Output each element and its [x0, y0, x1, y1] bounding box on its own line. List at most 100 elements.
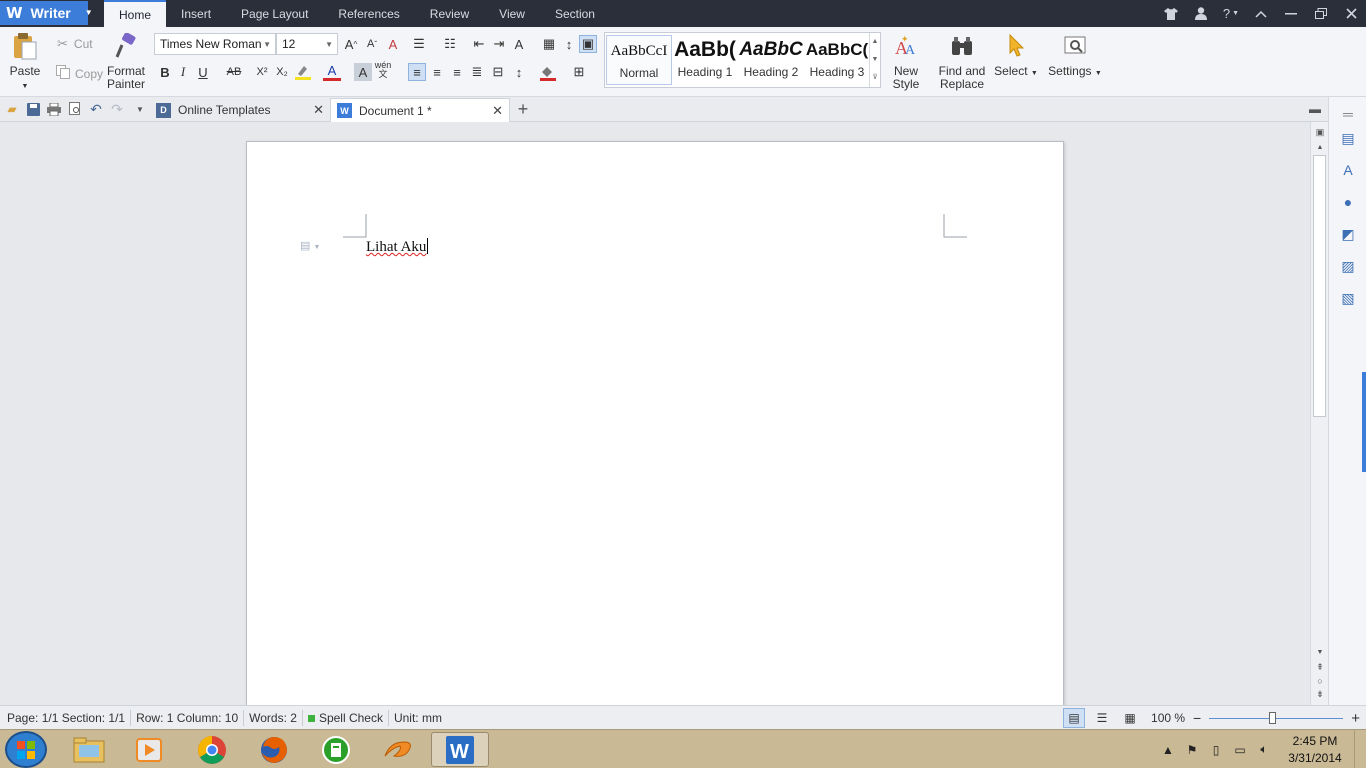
shapes-panel-icon[interactable]: ● — [1339, 193, 1357, 211]
sort-icon[interactable]: ↕ — [560, 35, 578, 53]
justify-icon[interactable]: ≣ — [468, 63, 486, 81]
user-icon[interactable] — [1186, 0, 1216, 27]
decrease-indent-icon[interactable]: ⇤ — [470, 35, 488, 53]
customize-toolbar-icon[interactable]: ▼ — [132, 101, 148, 117]
style-format-panel-icon[interactable]: A — [1339, 161, 1357, 179]
paragraph-options-icon[interactable]: ▤ ▼ — [300, 239, 320, 252]
zoom-slider[interactable] — [1209, 711, 1344, 724]
show-marks-icon[interactable]: ▣ — [579, 35, 597, 53]
next-page-icon[interactable]: ⇟ — [1314, 689, 1326, 700]
battery-icon[interactable]: ▯ — [1204, 743, 1228, 757]
zoom-level[interactable]: 100 % — [1151, 711, 1185, 725]
close-icon[interactable] — [1336, 0, 1366, 27]
style-heading-3[interactable]: AaBbC( Heading 3 — [804, 35, 870, 85]
redo-icon[interactable]: ↷ — [109, 101, 125, 117]
select-button[interactable]: Select ▼ — [994, 31, 1038, 80]
restore-icon[interactable] — [1306, 0, 1336, 27]
font-name-select[interactable]: Times New Roman ▼ — [154, 33, 276, 55]
table-icon[interactable]: ▦ — [540, 35, 558, 53]
save-icon[interactable] — [25, 101, 41, 117]
char-shading-button[interactable]: A — [354, 63, 372, 81]
text-direction-icon[interactable]: A — [510, 35, 528, 53]
tab-review[interactable]: Review — [415, 0, 484, 27]
minimize-icon[interactable] — [1276, 0, 1306, 27]
align-center-icon[interactable]: ≡ — [428, 63, 446, 81]
align-left-icon[interactable]: ≡ — [408, 63, 426, 81]
zoom-slider-knob[interactable] — [1269, 711, 1277, 724]
backup-panel-icon[interactable]: ▧ — [1339, 289, 1357, 307]
media-player-icon[interactable] — [120, 732, 178, 767]
copy-button[interactable]: Copy — [56, 65, 103, 82]
align-right-icon[interactable]: ≡ — [448, 63, 466, 81]
scroll-down-icon[interactable]: ▼ — [1314, 649, 1326, 656]
web-layout-view-icon[interactable]: ▦ — [1119, 711, 1141, 725]
previous-page-icon[interactable]: ⇞ — [1314, 662, 1326, 673]
zoom-in-icon[interactable]: + — [1351, 710, 1360, 727]
show-desktop-button[interactable] — [1354, 730, 1366, 768]
settings-button[interactable]: Settings ▼ — [1048, 31, 1102, 80]
scroll-up-icon[interactable]: ▲ — [1314, 144, 1326, 151]
shirt-icon[interactable] — [1156, 0, 1186, 27]
tab-insert[interactable]: Insert — [166, 0, 226, 27]
bold-button[interactable]: B — [156, 63, 174, 81]
green-app-icon[interactable] — [307, 732, 365, 767]
tab-online-templates[interactable]: D Online Templates ✕ — [150, 98, 330, 122]
paste-button[interactable]: Paste ▼ — [6, 31, 44, 93]
vertical-scrollbar[interactable]: ▣ ▲ ▼ ⇞ ○ ⇟ — [1310, 122, 1328, 705]
collapse-ribbon-icon[interactable] — [1246, 0, 1276, 27]
print-layout-view-icon[interactable]: ▤ — [1063, 708, 1086, 728]
tab-section[interactable]: Section — [540, 0, 610, 27]
highlight-icon[interactable] — [294, 63, 312, 81]
increase-indent-icon[interactable]: ⇥ — [490, 35, 508, 53]
wps-writer-icon[interactable]: W — [431, 732, 489, 767]
print-icon[interactable] — [46, 101, 62, 117]
close-tab-icon[interactable]: ✕ — [313, 102, 324, 118]
windows-start-icon[interactable] — [5, 731, 47, 768]
clear-format-icon[interactable]: A — [384, 35, 402, 53]
print-preview-icon[interactable] — [67, 101, 83, 117]
borders-icon[interactable]: ⊞ — [570, 63, 588, 81]
volume-icon[interactable]: 🔈︎ — [1252, 742, 1276, 757]
scroll-thumb[interactable] — [1313, 155, 1326, 417]
orange-app-icon[interactable] — [369, 732, 427, 767]
open-folder-icon[interactable]: ▰ — [4, 101, 20, 117]
panel-menu-icon[interactable]: ═ — [1339, 105, 1357, 123]
style-normal[interactable]: AaBbCcI Normal — [606, 35, 672, 85]
tab-view[interactable]: View — [484, 0, 540, 27]
browse-object-icon[interactable]: ○ — [1314, 676, 1326, 686]
close-tab-icon[interactable]: ✕ — [492, 103, 503, 119]
new-style-button[interactable]: AA✦ New Style ▼ — [890, 31, 922, 106]
page-indicator[interactable]: Page: 1/1 Section: 1/1 — [0, 709, 132, 726]
numbering-icon[interactable]: ☷ — [441, 35, 459, 53]
tab-page-layout[interactable]: Page Layout — [226, 0, 323, 27]
distributed-icon[interactable]: ⊟ — [489, 63, 507, 81]
new-tab-icon[interactable]: + — [515, 99, 531, 119]
font-color-button[interactable]: A — [323, 63, 341, 81]
outline-view-icon[interactable]: ☰ — [1091, 711, 1113, 725]
font-size-select[interactable]: 12 ▼ — [276, 33, 338, 55]
shrink-font-icon[interactable]: Aˇ — [363, 35, 381, 53]
chrome-icon[interactable] — [183, 732, 241, 767]
new-document-panel-icon[interactable]: ▤ — [1339, 129, 1357, 147]
show-hidden-icons-icon[interactable]: ▲ — [1156, 743, 1180, 757]
action-center-flag-icon[interactable]: ⚑ — [1180, 743, 1204, 757]
document-page[interactable]: ▤ ▼ Lihat Aku — [246, 141, 1064, 711]
paragraph-shading-icon[interactable] — [539, 63, 557, 81]
unit-indicator[interactable]: Unit: mm — [389, 710, 447, 726]
document-body-text[interactable]: Lihat Aku — [366, 238, 429, 256]
tab-references[interactable]: References — [323, 0, 414, 27]
word-count[interactable]: Words: 2 — [244, 709, 303, 726]
undo-icon[interactable]: ↶ — [88, 101, 104, 117]
styles-scroll[interactable]: ▲ ▼ ⊽ — [869, 33, 880, 87]
subscript-button[interactable]: X₂ — [273, 63, 291, 81]
split-view-icon[interactable]: ▣ — [1314, 127, 1326, 138]
tab-document-1[interactable]: W Document 1 * ✕ — [330, 98, 510, 122]
app-menu-button[interactable]: W Writer ▼ — [0, 0, 93, 25]
bullets-icon[interactable]: ☰ — [410, 35, 428, 53]
find-replace-button[interactable]: Find and Replace ▼ — [936, 31, 988, 106]
strikethrough-button[interactable]: AB — [223, 63, 245, 81]
panel-expand-handle[interactable] — [1362, 372, 1366, 472]
tab-home[interactable]: Home — [104, 0, 167, 27]
zoom-out-icon[interactable]: − — [1193, 710, 1201, 726]
italic-button[interactable]: I — [174, 63, 192, 81]
